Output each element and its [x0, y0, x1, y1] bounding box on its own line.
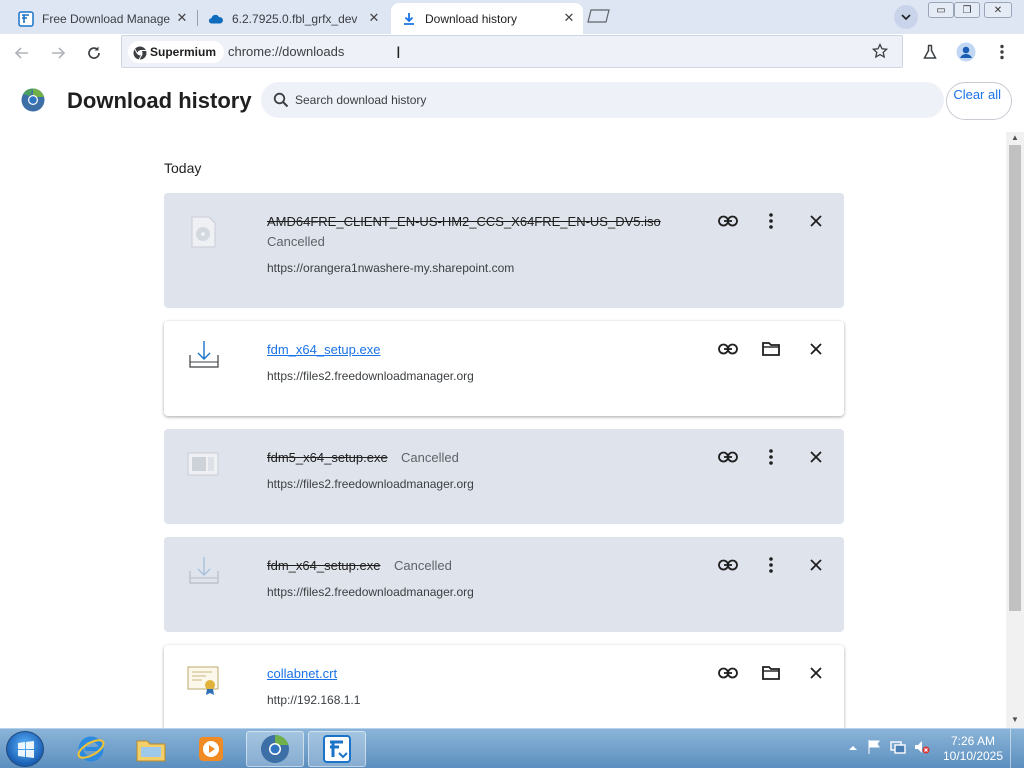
remove-icon[interactable] [804, 553, 828, 577]
download-status: Cancelled [401, 450, 459, 465]
clear-all-button[interactable]: Clear all [946, 82, 1012, 120]
labs-flask-icon[interactable] [918, 40, 942, 64]
supermium-taskbar-icon[interactable] [246, 731, 304, 767]
windows-taskbar: 7:26 AM 10/10/2025 [0, 728, 1024, 768]
close-tab-icon[interactable]: ✕ [561, 10, 577, 26]
source-url[interactable]: https://files2.freedownloadmanager.org [267, 369, 474, 383]
supermium-logo-icon [21, 88, 45, 112]
start-button[interactable] [6, 731, 44, 767]
tab-title: Download history [425, 11, 518, 26]
site-chip-label: Supermium [150, 45, 217, 59]
copy-link-icon[interactable] [716, 553, 740, 577]
clock-date: 10/10/2025 [942, 749, 1004, 763]
minimize-icon[interactable]: ▭ [928, 2, 954, 18]
file-name-link[interactable]: fdm_x64_setup.exe [267, 342, 380, 357]
tab-search-chevron-icon[interactable] [894, 5, 918, 29]
onedrive-icon [208, 11, 224, 27]
download-item: AMD64FRE_CLIENT_EN-US-HM2_CCS_X64FRE_EN-… [164, 193, 844, 308]
copy-link-icon[interactable] [716, 337, 740, 361]
clock-time: 7:26 AM [950, 734, 996, 748]
network-icon[interactable] [890, 739, 906, 755]
show-in-folder-icon[interactable] [759, 337, 783, 361]
remove-icon[interactable] [804, 661, 828, 685]
copy-link-icon[interactable] [716, 445, 740, 469]
close-window-icon[interactable]: ✕ [984, 2, 1012, 18]
search-icon [273, 92, 289, 108]
copy-link-icon[interactable] [716, 661, 740, 685]
text-cursor-icon: I [396, 43, 401, 62]
address-bar[interactable]: Supermium chrome://downloads I [121, 35, 903, 68]
tab-title: 6.2.7925.0.fbl_grfx_dev1 [232, 11, 358, 26]
certificate-icon [186, 663, 220, 697]
action-center-flag-icon[interactable] [866, 739, 882, 755]
download-item: fdm_x64_setup.exe https://files2.freedow… [164, 321, 844, 416]
tab-title: Free Download Manage [42, 11, 170, 26]
file-name: AMD64FRE_CLIENT_EN-US-HM2_CCS_X64FRE_EN-… [267, 214, 661, 229]
installer-icon [186, 555, 220, 589]
more-options-icon[interactable] [759, 445, 783, 469]
close-tab-icon[interactable]: ✕ [174, 10, 190, 26]
tab-download-history[interactable]: Download history ✕ [391, 3, 583, 34]
installer-icon [186, 339, 220, 373]
copy-link-icon[interactable] [716, 209, 740, 233]
download-item: collabnet.crt http://192.168.1.1 [164, 645, 844, 728]
download-icon [401, 11, 417, 27]
window-file-icon [186, 447, 220, 481]
url-text: chrome://downloads [228, 44, 345, 59]
download-status: Cancelled [394, 558, 452, 573]
tab-onedrive[interactable]: 6.2.7925.0.fbl_grfx_dev1 ✕ [198, 3, 388, 34]
page-scrollbar[interactable]: ▲ ▼ [1006, 132, 1024, 728]
search-downloads-box[interactable] [261, 82, 944, 118]
system-clock[interactable]: 7:26 AM 10/10/2025 [938, 734, 1008, 764]
file-explorer-icon[interactable] [122, 731, 180, 767]
file-name: fdm_x64_setup.exe [267, 558, 381, 573]
show-desktop-button[interactable] [1010, 729, 1024, 768]
fdm-icon [18, 10, 34, 27]
supermium-icon [133, 45, 147, 60]
forward-icon[interactable] [45, 40, 71, 66]
downloads-list: Today AMD64FRE_CLIENT_EN-US-HM2_CCS_X64F… [0, 132, 1006, 728]
menu-more-icon[interactable] [990, 40, 1014, 64]
scroll-thumb[interactable] [1009, 145, 1021, 611]
show-hidden-icons-icon[interactable] [845, 739, 861, 755]
remove-icon[interactable] [804, 445, 828, 469]
new-tab-icon[interactable] [587, 9, 611, 23]
source-url[interactable]: https://files2.freedownloadmanager.org [267, 477, 474, 491]
internet-explorer-icon[interactable] [62, 731, 120, 767]
restore-icon[interactable]: ❐ [954, 2, 980, 18]
tab-free-download-manager[interactable]: Free Download Manage ✕ [0, 3, 196, 34]
source-url[interactable]: http://192.168.1.1 [267, 693, 360, 707]
volume-muted-icon[interactable] [914, 739, 930, 755]
bookmark-star-icon[interactable] [868, 39, 892, 63]
download-item: fdm_x64_setup.exe Cancelled https://file… [164, 537, 844, 632]
search-input[interactable] [295, 90, 895, 110]
download-status: Cancelled [267, 234, 325, 249]
free-download-manager-taskbar-icon[interactable] [308, 731, 366, 767]
profile-avatar-icon[interactable] [954, 40, 978, 64]
remove-icon[interactable] [804, 209, 828, 233]
date-section-heading: Today [164, 160, 202, 176]
file-name: fdm5_x64_setup.exe [267, 450, 388, 465]
scroll-up-arrow-icon[interactable]: ▲ [1010, 133, 1020, 143]
disc-file-icon [186, 215, 220, 249]
media-player-icon[interactable] [182, 731, 240, 767]
more-options-icon[interactable] [759, 209, 783, 233]
browser-toolbar: Supermium chrome://downloads I [0, 34, 1024, 70]
reload-icon[interactable] [81, 40, 107, 66]
scroll-down-arrow-icon[interactable]: ▼ [1010, 715, 1020, 725]
downloads-header: Download history Clear all [0, 70, 1024, 132]
source-url[interactable]: https://files2.freedownloadmanager.org [267, 585, 474, 599]
remove-icon[interactable] [804, 337, 828, 361]
site-chip[interactable]: Supermium [128, 41, 225, 63]
file-name-link[interactable]: collabnet.crt [267, 666, 337, 681]
back-icon[interactable] [9, 40, 35, 66]
close-tab-icon[interactable]: ✕ [366, 10, 382, 26]
download-item: fdm5_x64_setup.exe Cancelled https://fil… [164, 429, 844, 524]
show-in-folder-icon[interactable] [759, 661, 783, 685]
page-title: Download history [67, 88, 252, 113]
tab-strip: Free Download Manage ✕ 6.2.7925.0.fbl_gr… [0, 0, 1024, 34]
source-url[interactable]: https://orangera1nwashere-my.sharepoint.… [267, 261, 514, 275]
more-options-icon[interactable] [759, 553, 783, 577]
